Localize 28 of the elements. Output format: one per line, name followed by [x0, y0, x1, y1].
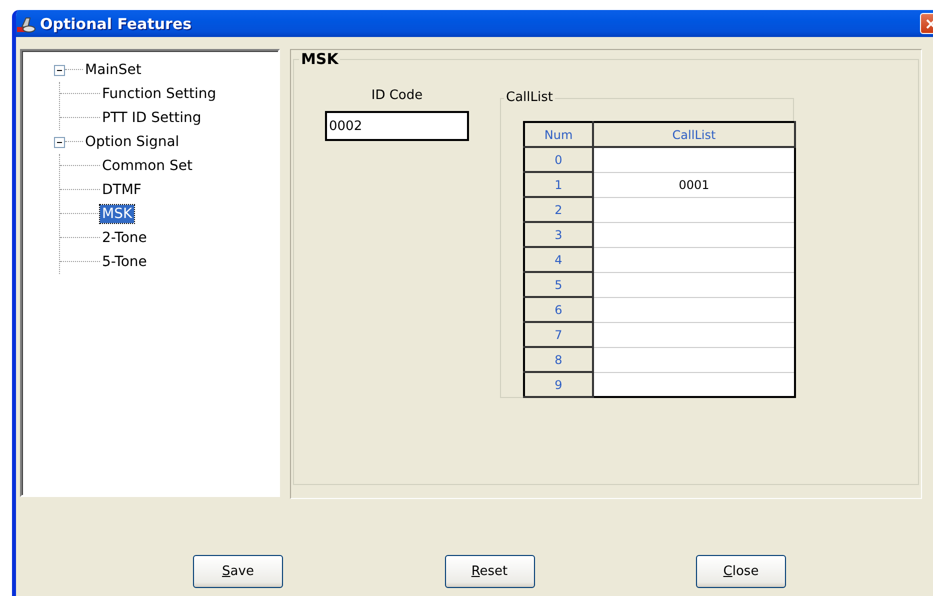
window-title: Optional Features	[40, 14, 192, 32]
tree-item[interactable]: PTT ID Setting	[100, 109, 204, 127]
row-header: 8	[524, 347, 593, 372]
row-header: 1	[524, 172, 593, 197]
field-label: ID Code	[371, 88, 423, 103]
tree-item[interactable]: DTMF	[100, 181, 144, 199]
row-header: 3	[524, 222, 593, 247]
tree-item[interactable]: Function Setting	[100, 85, 218, 103]
row-header: 0	[524, 147, 593, 172]
id-code-field[interactable]: 0002	[325, 111, 469, 141]
row-header: 6	[524, 297, 593, 322]
row-header: 4	[524, 247, 593, 272]
tree-item[interactable]: MainSet	[83, 61, 144, 79]
dialog-button[interactable]: Reset	[444, 555, 534, 588]
dialog-button[interactable]: Close	[696, 555, 786, 588]
row-header: 2	[524, 197, 593, 222]
tree-item[interactable]: 5-Tone	[100, 253, 149, 271]
column-header: Num	[524, 122, 593, 147]
tree-item[interactable]: Option Signal	[83, 133, 182, 151]
dialog-button[interactable]: Save	[193, 555, 283, 588]
row-header: 5	[524, 272, 593, 297]
column-header: CallList	[593, 122, 795, 147]
tree-item[interactable]: Common Set	[100, 157, 194, 175]
table-cell[interactable]: 0001	[593, 172, 795, 197]
tree-item[interactable]: 2-Tone	[100, 229, 149, 247]
tree-item[interactable]: MSK	[100, 205, 134, 223]
row-header: 9	[524, 372, 593, 397]
row-header: 7	[524, 322, 593, 347]
